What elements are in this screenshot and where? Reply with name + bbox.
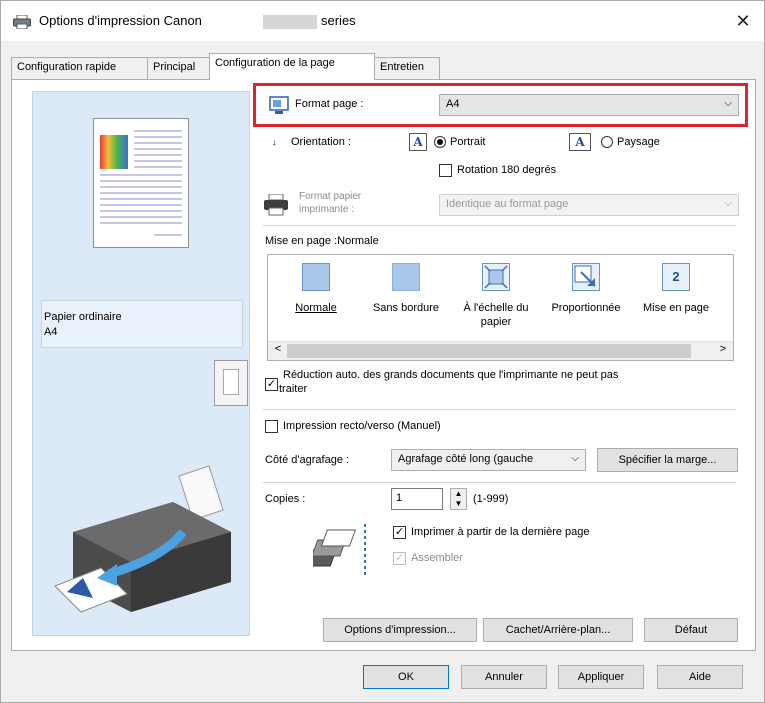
landscape-radio[interactable] [601, 136, 613, 148]
landscape-icon: A [569, 133, 591, 151]
collate-pages-icon [313, 524, 366, 576]
orientation-label: Orientation : [291, 136, 351, 148]
chevron-down-icon: ⌵ [571, 453, 579, 464]
layout-fit-to-paper-icon [482, 263, 510, 291]
landscape-label: Paysage [617, 136, 660, 148]
chevron-down-icon: ⌵ [724, 198, 732, 209]
title-bar: Options d'impression Canon series ✕ [1, 1, 764, 41]
printer-paper-label-line2: imprimante : [299, 204, 355, 215]
chevron-right-icon[interactable]: > [715, 343, 731, 355]
printer-paper-select[interactable]: Identique au format page ⌵ [439, 194, 739, 216]
scrollbar-thumb[interactable] [287, 344, 691, 358]
document-preview [93, 118, 189, 248]
stapling-label: Côté d'agrafage : [265, 454, 350, 466]
paper-size-text: A4 [44, 326, 58, 338]
reverse-order-checkbox[interactable]: ✓ [393, 526, 406, 539]
specify-margin-button[interactable]: Spécifier la marge... [597, 448, 738, 472]
layout-borderless-icon [392, 263, 420, 291]
window-title-suffix: series [321, 13, 356, 28]
format-page-select[interactable]: A4 ⌵ [439, 94, 739, 116]
layout-borderless-label: Sans bordure [372, 302, 440, 314]
duplex-checkbox[interactable] [265, 420, 278, 433]
tab-quick-setup[interactable]: Configuration rapide [11, 57, 148, 79]
document-preview-image [100, 130, 182, 236]
layout-borderless[interactable]: Sans bordure [363, 255, 449, 343]
collate-checkbox[interactable]: ✓ [393, 552, 406, 565]
format-page-label: Format page : [295, 98, 364, 110]
stapling-value: Agrafage côté long (gauche [398, 453, 534, 465]
format-page-value: A4 [446, 98, 460, 110]
print-options-dialog: Options d'impression Canon series ✕ Conf… [0, 0, 765, 703]
tab-main[interactable]: Principal [147, 57, 210, 79]
defaults-button[interactable]: Défaut [644, 618, 738, 642]
layout-normal-label: Normale [295, 302, 337, 314]
tab-maintenance[interactable]: Entretien [374, 57, 440, 79]
printer-paper-value: Identique au format page [446, 198, 569, 210]
cancel-button[interactable]: Annuler [461, 665, 547, 689]
chevron-left-icon[interactable]: < [270, 343, 286, 355]
paper-info-box: Papier ordinaire A4 [41, 300, 243, 348]
layout-fit-to-paper[interactable]: À l'échelle du papier [453, 255, 539, 343]
rotation-checkbox[interactable] [439, 164, 452, 177]
apply-button[interactable]: Appliquer [558, 665, 644, 689]
layout-scaled[interactable]: Proportionnée [543, 255, 629, 343]
stamp-background-button[interactable]: Cachet/Arrière-plan... [483, 618, 633, 642]
preview-pane: Papier ordinaire A4 [32, 91, 250, 636]
layout-page-layout[interactable]: 2 Mise en page [633, 255, 719, 343]
copies-input[interactable]: 1 [391, 488, 443, 510]
auto-reduce-label-line2: traiter [279, 383, 308, 395]
layout-label: Mise en page :Normale [265, 235, 379, 247]
rotation-label: Rotation 180 degrés [457, 164, 557, 176]
redacted-model-name [263, 15, 317, 29]
separator [263, 409, 736, 410]
reverse-order-label: Imprimer à partir de la dernière page [411, 526, 590, 538]
auto-reduce-checkbox[interactable]: ✓ [265, 378, 278, 391]
help-button[interactable]: Aide [657, 665, 743, 689]
layout-page-layout-label: Mise en page [642, 302, 710, 314]
ok-button[interactable]: OK [363, 665, 449, 689]
close-button[interactable]: ✕ [727, 7, 759, 35]
separator [263, 482, 736, 483]
copies-stepper[interactable]: ▲ ▼ [450, 488, 467, 510]
paper-type-text: Papier ordinaire [44, 311, 122, 323]
orientation-bullet-icon: ↓ [272, 137, 277, 147]
layout-page-layout-icon: 2 [662, 263, 690, 291]
layout-fit-to-paper-label: À l'échelle du papier [463, 302, 529, 328]
copies-range: (1-999) [473, 493, 509, 505]
page-orientation-preview [214, 360, 248, 406]
layout-list: Normale Sans bordure À l'échelle du papi… [267, 254, 734, 361]
printer-paper-label-line1: Format papier [299, 191, 362, 202]
printer-paper-icon [264, 194, 288, 216]
layout-scaled-icon [572, 263, 600, 291]
portrait-label: Portrait [450, 136, 486, 148]
layout-scaled-label: Proportionnée [551, 302, 621, 314]
layout-scrollbar[interactable]: < > [268, 341, 733, 360]
collate-label: Assembler [411, 552, 463, 564]
separator [263, 225, 736, 226]
window-title: Options d'impression Canon [39, 13, 202, 28]
printer-icon [13, 15, 31, 29]
portrait-radio[interactable] [434, 136, 446, 148]
layout-normal-icon [302, 263, 330, 291]
page-format-icon [269, 96, 289, 114]
chevron-down-icon: ⌵ [724, 98, 732, 109]
tab-page-setup[interactable]: Configuration de la page [209, 53, 375, 80]
portrait-icon: A [409, 133, 427, 151]
auto-reduce-label-line1: Réduction auto. des grands documents que… [283, 369, 619, 381]
print-options-button[interactable]: Options d'impression... [323, 618, 477, 642]
duplex-label: Impression recto/verso (Manuel) [283, 420, 441, 432]
layout-normal[interactable]: Normale [273, 255, 359, 343]
stapling-select[interactable]: Agrafage côté long (gauche ⌵ [391, 449, 586, 471]
printer-illustration [54, 465, 231, 613]
copies-label: Copies : [265, 493, 306, 505]
